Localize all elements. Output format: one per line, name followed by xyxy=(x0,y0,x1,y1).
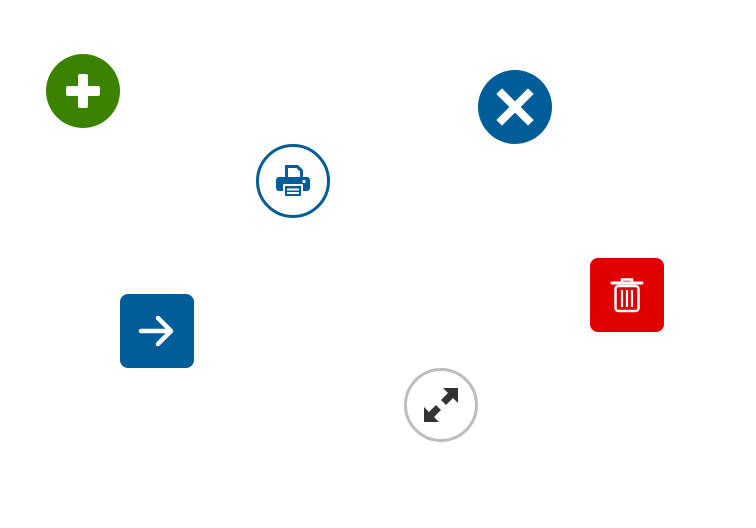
printer-icon xyxy=(276,165,310,197)
close-icon xyxy=(496,88,534,126)
close-button[interactable] xyxy=(478,70,552,144)
next-button[interactable] xyxy=(120,294,194,368)
expand-button[interactable] xyxy=(404,368,478,442)
delete-button[interactable] xyxy=(590,258,664,332)
expand-icon xyxy=(424,388,458,422)
arrow-right-icon xyxy=(138,315,174,347)
trash-icon xyxy=(610,278,644,313)
plus-icon xyxy=(66,74,100,108)
add-button[interactable] xyxy=(46,54,120,128)
print-button[interactable] xyxy=(256,144,330,218)
